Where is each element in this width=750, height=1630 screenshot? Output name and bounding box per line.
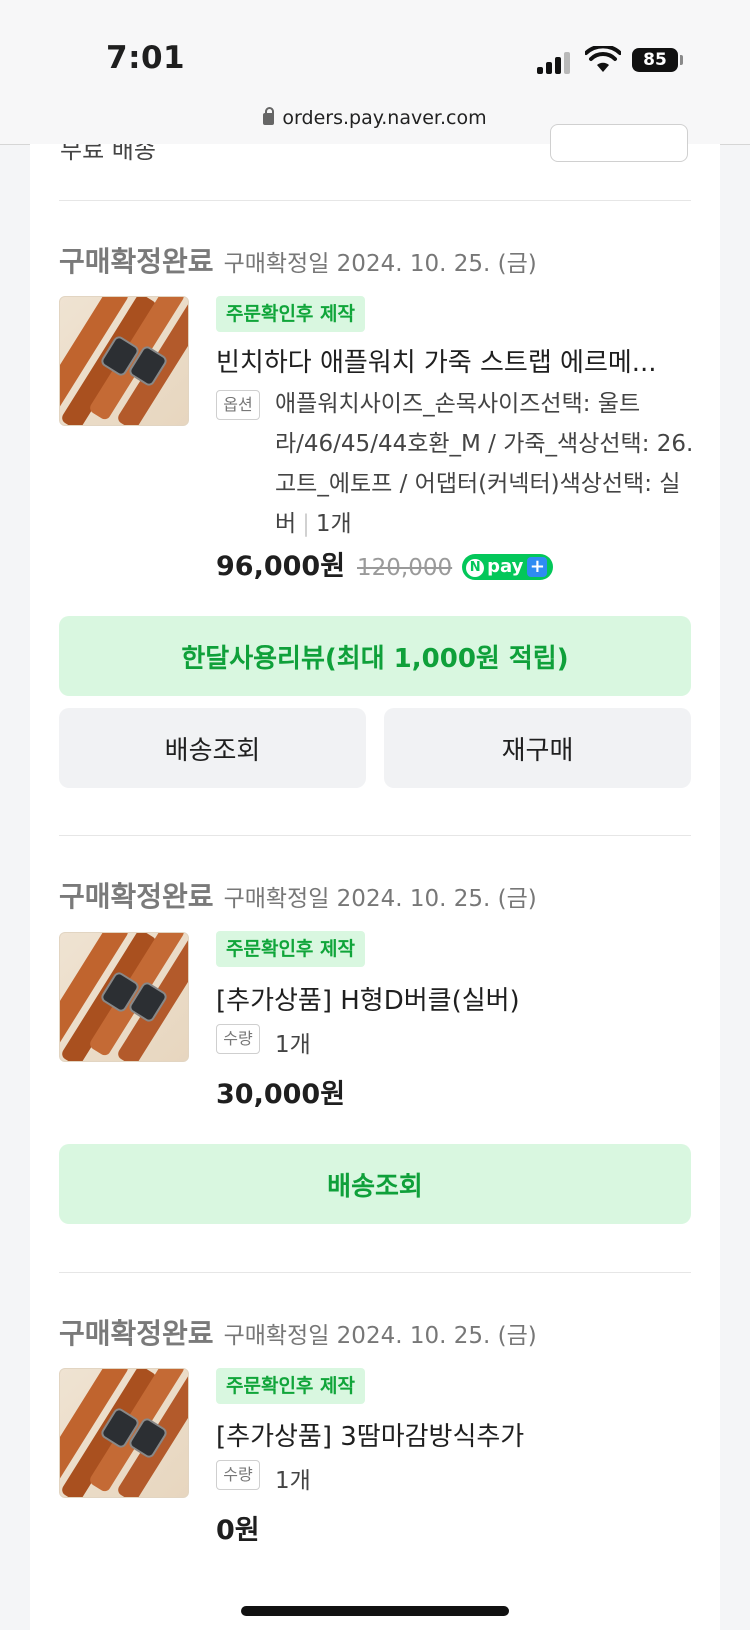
product-name[interactable]: [추가상품] 3땀마감방식추가: [216, 1416, 686, 1453]
partial-button[interactable]: [550, 124, 688, 162]
quantity-value: 1개: [275, 1468, 311, 1494]
product-price-line: 96,000원 120,000 Npay +: [216, 544, 554, 583]
review-button[interactable]: 한달사용리뷰(최대 1,000원 적립): [59, 616, 691, 696]
battery-icon: 85: [632, 48, 678, 72]
battery-tip: [680, 55, 683, 65]
npay-plus-badge: Npay +: [462, 554, 554, 580]
product-name[interactable]: [추가상품] H형D버클(실버): [216, 980, 686, 1017]
product-thumbnail[interactable]: [59, 296, 189, 426]
wifi-icon: [585, 46, 621, 72]
made-to-order-badge: 주문확인후 제작: [216, 931, 365, 967]
order-status: 구매확정완료: [59, 880, 214, 913]
status-time: 7:01: [106, 40, 186, 76]
npay-label: pay: [487, 556, 524, 577]
divider: [59, 1272, 691, 1273]
product-price: 30,000원: [216, 1079, 346, 1110]
tracking-button[interactable]: 배송조회: [59, 708, 366, 788]
option-tag: 옵션: [216, 390, 260, 420]
plus-icon: +: [527, 557, 548, 577]
home-indicator: [241, 1606, 509, 1616]
option-quantity: 1개: [315, 511, 352, 537]
order-date: 구매확정일 2024. 10. 25. (금): [223, 886, 537, 912]
order-status-line: 구매확정완료 구매확정일 2024. 10. 25. (금): [59, 240, 537, 280]
divider: [59, 835, 691, 836]
product-price: 96,000원: [216, 551, 346, 582]
quantity-tag: 수량: [216, 1024, 260, 1054]
product-thumbnail[interactable]: [59, 932, 189, 1062]
product-price: 0원: [216, 1515, 260, 1546]
order-status-line: 구매확정완료 구매확정일 2024. 10. 25. (금): [59, 875, 537, 915]
status-bar: 7:01 85: [0, 0, 750, 92]
product-name[interactable]: 빈치하다 애플워치 가죽 스트랩 에르메...: [216, 342, 686, 379]
divider: [59, 200, 691, 201]
made-to-order-badge: 주문확인후 제작: [216, 1368, 365, 1404]
partial-shipping-text: 무료 배송: [60, 144, 156, 162]
lock-icon: [263, 107, 275, 125]
npay-n-icon: N: [466, 559, 485, 577]
url-domain: orders.pay.naver.com: [282, 107, 487, 129]
option-text: 애플워치사이즈_손목사이즈선택: 울트라/46/45/44호환_M / 가죽_색…: [275, 384, 695, 544]
option-separator: |: [302, 511, 310, 537]
order-status: 구매확정완료: [59, 1317, 214, 1350]
quantity-value: 1개: [275, 1032, 311, 1058]
order-date: 구매확정일 2024. 10. 25. (금): [223, 251, 537, 277]
tracking-button[interactable]: 배송조회: [59, 1144, 691, 1224]
product-thumbnail[interactable]: [59, 1368, 189, 1498]
made-to-order-badge: 주문확인후 제작: [216, 296, 365, 332]
order-date: 구매확정일 2024. 10. 25. (금): [223, 1323, 537, 1349]
original-price: 120,000: [357, 555, 453, 581]
order-status: 구매확정완료: [59, 245, 214, 278]
cellular-signal-icon: [537, 52, 573, 74]
quantity-tag: 수량: [216, 1460, 260, 1490]
rebuy-button[interactable]: 재구매: [384, 708, 691, 788]
order-status-line: 구매확정완료 구매확정일 2024. 10. 25. (금): [59, 1312, 537, 1352]
order-list-card: 무료 배송 구매확정완료 구매확정일 2024. 10. 25. (금) 주문확인…: [30, 124, 720, 1630]
